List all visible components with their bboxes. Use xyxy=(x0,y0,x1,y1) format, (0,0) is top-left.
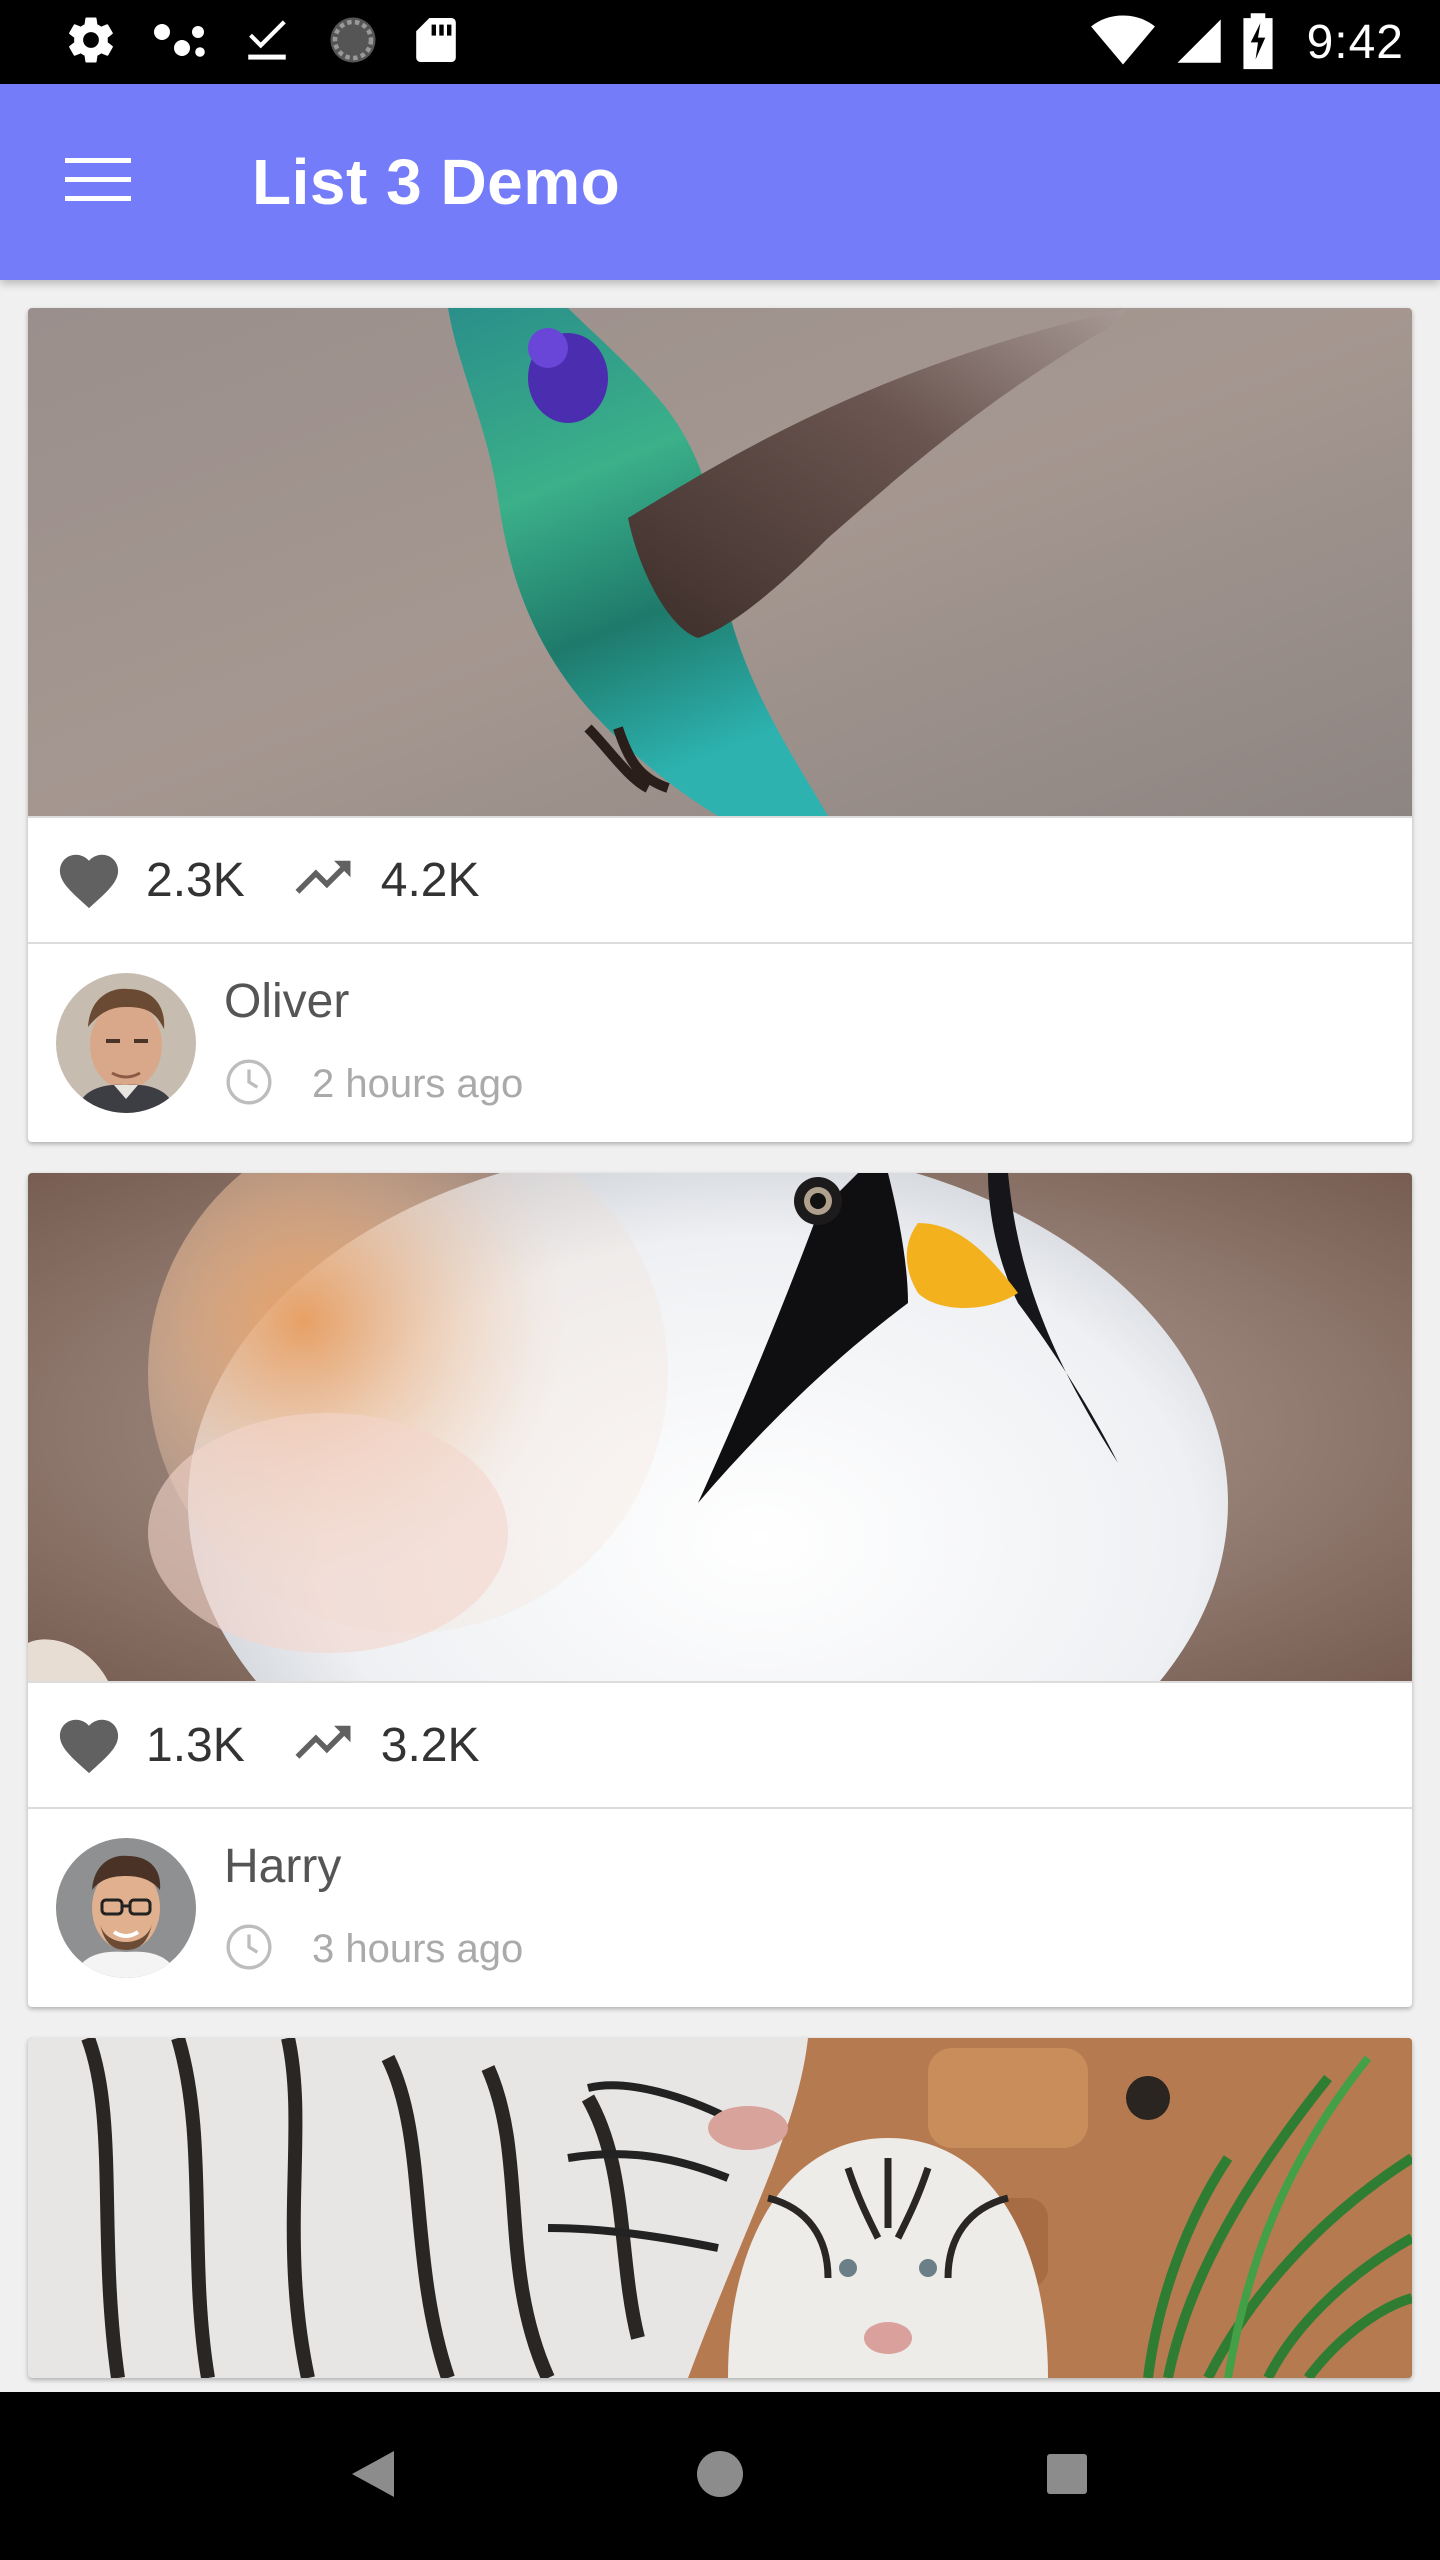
back-icon xyxy=(350,2449,396,2504)
recents-button[interactable] xyxy=(1007,2416,1127,2536)
status-left-icons xyxy=(64,13,458,72)
card-stats: 1.3K 3.2K xyxy=(28,1681,1412,1809)
heart-icon[interactable] xyxy=(54,846,124,915)
download-done-icon xyxy=(242,13,292,72)
clock-icon xyxy=(224,1922,274,1977)
settings-icon xyxy=(64,13,118,72)
views-count: 4.2K xyxy=(380,853,480,907)
feed-card[interactable] xyxy=(28,2038,1412,2378)
feed-card[interactable]: 2.3K 4.2K Oliver 2 hours ago xyxy=(28,308,1412,1142)
dots-icon xyxy=(152,13,208,72)
sd-card-icon xyxy=(414,13,458,72)
post-time: 2 hours ago xyxy=(312,1062,524,1106)
status-bar: 9:42 xyxy=(0,0,1440,84)
author-name[interactable]: Harry xyxy=(224,1839,523,1894)
feed-list[interactable]: 2.3K 4.2K Oliver 2 hours ago 1.3K 3.2K H… xyxy=(0,280,1440,2392)
feed-card[interactable]: 1.3K 3.2K Harry 3 hours ago xyxy=(28,1173,1412,2007)
likes-count: 1.3K xyxy=(146,1718,245,1772)
heart-icon[interactable] xyxy=(54,1711,124,1780)
navigation-bar xyxy=(0,2392,1440,2560)
recents-icon xyxy=(1046,2453,1088,2500)
back-button[interactable] xyxy=(313,2416,433,2536)
app-bar: List 3 Demo xyxy=(0,84,1440,280)
battery-charging-icon xyxy=(1241,10,1275,75)
hummingbird-photo[interactable] xyxy=(28,308,1412,816)
wifi-icon xyxy=(1090,13,1155,72)
app-title: List 3 Demo xyxy=(252,146,621,218)
menu-button[interactable] xyxy=(38,122,158,242)
bearded-reedling-bird-photo[interactable] xyxy=(28,1173,1412,1681)
home-button[interactable] xyxy=(660,2416,780,2536)
trending-up-icon xyxy=(289,858,357,902)
author-name[interactable]: Oliver xyxy=(224,974,523,1029)
likes-count: 2.3K xyxy=(146,853,245,907)
card-stats: 2.3K 4.2K xyxy=(28,816,1412,944)
white-tigers-photo[interactable] xyxy=(28,2038,1412,2378)
cell-signal-icon xyxy=(1173,13,1223,72)
status-right-icons: 9:42 xyxy=(1090,10,1404,75)
status-clock: 9:42 xyxy=(1306,15,1404,69)
post-time: 3 hours ago xyxy=(312,1927,524,1971)
card-author[interactable]: Harry 3 hours ago xyxy=(28,1809,1412,2007)
avatar[interactable] xyxy=(56,973,196,1113)
home-icon xyxy=(696,2450,744,2503)
card-author[interactable]: Oliver 2 hours ago xyxy=(28,944,1412,1142)
clock-icon xyxy=(224,1057,274,1112)
trending-up-icon xyxy=(289,1723,357,1767)
avatar[interactable] xyxy=(56,1838,196,1978)
menu-icon xyxy=(65,156,131,209)
views-count: 3.2K xyxy=(380,1718,480,1772)
sync-icon xyxy=(326,13,380,72)
